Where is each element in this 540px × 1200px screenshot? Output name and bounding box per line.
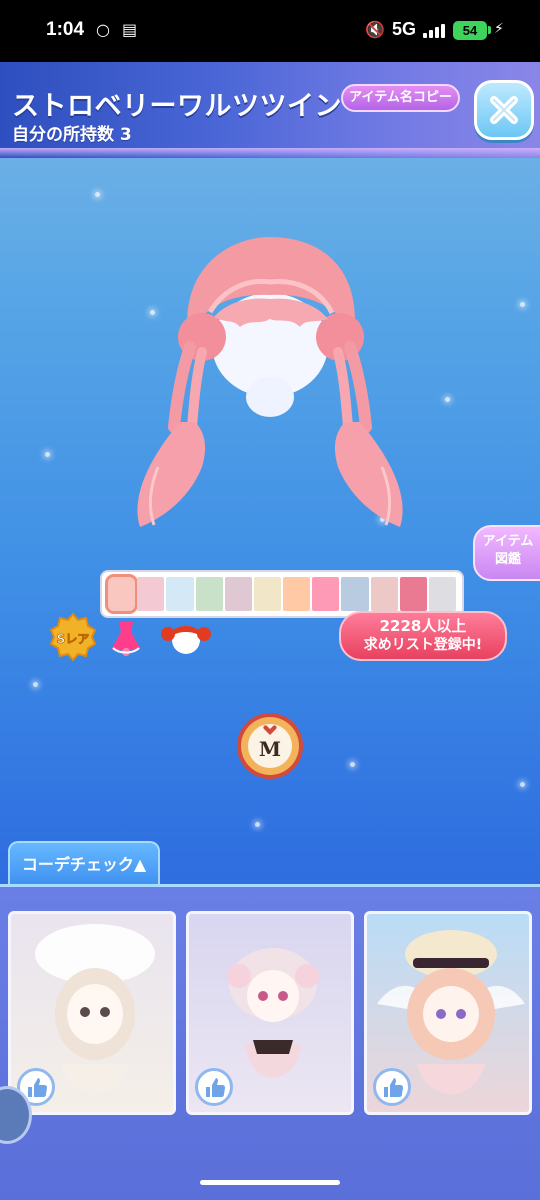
color-swatch[interactable] xyxy=(399,577,427,611)
item-preview-image xyxy=(110,227,430,537)
color-swatch[interactable] xyxy=(428,577,457,611)
rarity-badge: Sレア xyxy=(48,612,98,662)
coordinate-check-panel xyxy=(0,884,540,1200)
sparkle xyxy=(255,822,260,827)
gallery-icon: ▤ xyxy=(122,20,138,39)
zukan-label-line1: アイテム xyxy=(482,534,534,549)
sparkle xyxy=(45,452,50,457)
sparkle xyxy=(520,782,525,787)
wishlist-count-badge: 2228人以上 求めリスト登録中! xyxy=(339,611,507,661)
thumbs-up-icon xyxy=(384,1078,403,1097)
thumbs-up-icon xyxy=(28,1078,47,1097)
copy-item-name-button[interactable]: アイテム名コピー xyxy=(341,84,460,112)
status-bar: 1:04 ○ ▤ 🔇 5G 54 ⚡ xyxy=(0,0,540,62)
sparkle xyxy=(95,192,100,197)
close-button[interactable] xyxy=(474,80,534,140)
hair-icon xyxy=(158,616,214,658)
thumbs-up-icon xyxy=(206,1078,225,1097)
owned-count: 自分の所持数 3 xyxy=(12,125,132,145)
mute-icon: 🔇 xyxy=(365,20,385,39)
color-swatch[interactable] xyxy=(224,577,252,611)
wishlist-count: 2228人以上 xyxy=(379,617,467,635)
sparkle xyxy=(445,397,450,402)
color-swatch[interactable] xyxy=(166,577,194,611)
battery-level: 54 xyxy=(462,23,478,38)
notification-icon: ○ xyxy=(96,20,110,39)
home-indicator[interactable] xyxy=(200,1180,340,1185)
zukan-label-line2: 図鑑 xyxy=(494,552,521,567)
sparkle xyxy=(520,302,525,307)
color-swatch[interactable] xyxy=(195,577,223,611)
like-button[interactable] xyxy=(195,1068,233,1106)
coord-card-3[interactable] xyxy=(364,911,532,1115)
coordinate-check-tab[interactable]: コーデチェック▲ xyxy=(8,841,160,887)
m-badge-button[interactable]: M xyxy=(235,711,305,781)
close-icon xyxy=(490,96,518,124)
color-swatch[interactable] xyxy=(253,577,282,611)
sparkle xyxy=(350,762,355,767)
item-header: ストロベリーワルツツイン 自分の所持数 3 アイテム名コピー xyxy=(0,62,540,158)
item-title: ストロベリーワルツツイン xyxy=(12,91,342,122)
color-swatch[interactable] xyxy=(104,574,139,614)
charging-icon: ⚡ xyxy=(494,21,504,37)
coord-card-2[interactable] xyxy=(186,911,354,1115)
color-swatch[interactable] xyxy=(341,577,369,611)
wishlist-label: 求めリスト登録中! xyxy=(363,637,483,653)
item-encyclopedia-button[interactable]: アイテム 図鑑 xyxy=(473,525,540,581)
m-badge-label: M xyxy=(259,737,281,761)
signal-icon xyxy=(423,24,445,38)
color-swatch[interactable] xyxy=(283,577,311,611)
coord-card-1[interactable] xyxy=(8,911,176,1115)
color-swatch[interactable] xyxy=(312,577,340,611)
color-swatch[interactable] xyxy=(370,577,398,611)
battery-tip xyxy=(488,26,491,34)
network-label: 5G xyxy=(392,19,417,39)
color-swatch[interactable] xyxy=(137,577,165,611)
clock: 1:04 xyxy=(46,19,85,40)
dress-icon xyxy=(103,618,149,658)
item-detail-screen: ストロベリーワルツツイン 自分の所持数 3 アイテム名コピー アイテム 図鑑 S… xyxy=(0,62,540,1200)
rarity-label: Sレア xyxy=(57,632,90,646)
like-button[interactable] xyxy=(373,1068,411,1106)
battery-icon: 54 xyxy=(453,21,487,40)
sparkle xyxy=(33,682,38,687)
